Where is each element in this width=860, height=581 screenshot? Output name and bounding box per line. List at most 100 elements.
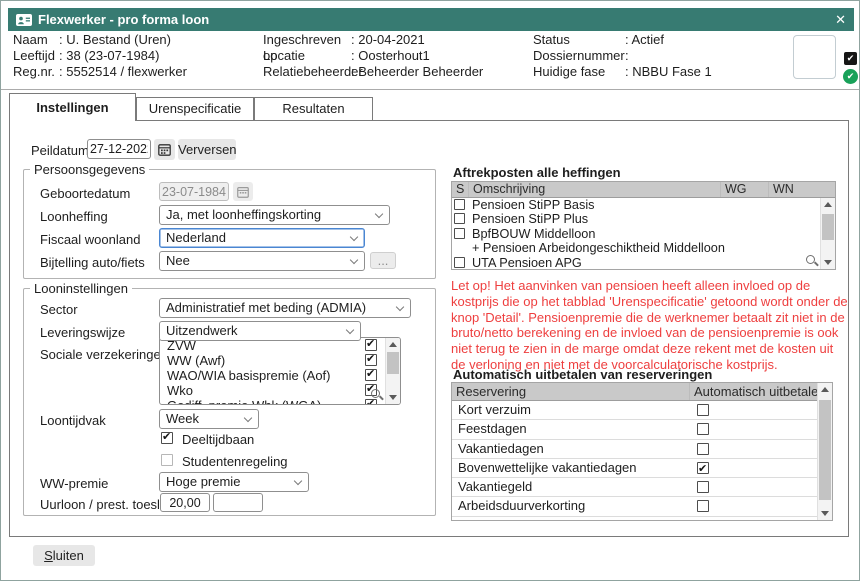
prestatie-toeslag-input[interactable]	[213, 493, 263, 512]
group-legend: Persoonsgegevens	[30, 162, 149, 177]
peildatum-input[interactable]	[87, 139, 151, 159]
reservation-row[interactable]: Kort verzuim	[452, 401, 832, 420]
ww-premie-select[interactable]: Hoge premie	[159, 472, 309, 492]
tab-resultaten[interactable]: Resultaten	[254, 97, 373, 120]
field-value: 5552514 / flexwerker	[59, 64, 187, 80]
reservation-row[interactable]: Vakantiegeld	[452, 478, 832, 497]
ww-premie-label: WW-premie	[40, 476, 108, 491]
scroll-down-icon[interactable]	[389, 395, 397, 400]
deduction-checkbox[interactable]	[454, 257, 465, 268]
deduction-checkbox[interactable]	[454, 213, 465, 224]
header-col-status: StatusActief Dossiernummer Huidige faseN…	[533, 32, 712, 80]
col-header-s: S	[452, 182, 469, 197]
sector-select[interactable]: Administratief met beding (ADMIA)	[159, 298, 411, 318]
fiscaal-woonland-select[interactable]: Nederland	[159, 228, 365, 248]
scroll-thumb[interactable]	[387, 352, 399, 374]
calendar-button[interactable]	[154, 139, 175, 160]
social-insurance-checkbox[interactable]	[365, 339, 377, 351]
field-label: Naam	[13, 32, 59, 48]
loontijdvak-label: Loontijdvak	[40, 413, 106, 428]
deduction-label: Pensioen StiPP Basis	[472, 198, 594, 212]
tab-urenspecificatie[interactable]: Urenspecificatie	[136, 97, 254, 120]
deduction-row[interactable]: UTA Pensioen APG	[452, 256, 835, 270]
sociale-verzekeringen-list[interactable]: ZVW WW (Awf) WAO/WIA basispremie (Aof) W…	[159, 337, 401, 405]
scroll-up-icon[interactable]	[389, 342, 397, 347]
auto-payout-checkbox[interactable]	[697, 520, 709, 521]
list-scrollbar[interactable]	[385, 338, 400, 404]
reservation-label: Feestdagen	[458, 421, 527, 436]
scroll-thumb[interactable]	[822, 214, 834, 240]
field-value: Beheerder Beheerder	[351, 64, 483, 80]
studentenregeling-checkbox[interactable]	[161, 454, 173, 466]
table-scrollbar[interactable]	[820, 198, 835, 269]
auto-payout-checkbox[interactable]	[697, 500, 709, 512]
deduction-row[interactable]: Pensioen StiPP Plus	[452, 212, 835, 226]
reservation-row[interactable]: Feestdagen	[452, 420, 832, 439]
social-insurance-item[interactable]: Wko	[160, 383, 400, 398]
photo-placeholder	[793, 35, 836, 79]
reservation-row[interactable]: Vakantiedagen	[452, 440, 832, 459]
chevron-down-icon	[350, 256, 358, 264]
scroll-down-icon[interactable]	[821, 511, 829, 516]
deduction-checkbox[interactable]	[454, 199, 465, 210]
social-insurance-checkbox[interactable]	[365, 399, 377, 405]
chevron-down-icon	[346, 326, 354, 334]
bijtelling-more-button[interactable]: ...	[370, 252, 396, 269]
table-header: Reservering Automatisch uitbetalen	[452, 383, 832, 401]
field-value	[625, 48, 632, 64]
scroll-up-icon[interactable]	[821, 387, 829, 392]
deeltijdbaan-checkbox[interactable]	[161, 432, 173, 444]
deduction-label: BpfBOUW Middelloon	[472, 227, 595, 241]
loonheffing-select[interactable]: Ja, met loonheffingskorting	[159, 205, 390, 225]
reservation-row[interactable]: Arbeidsduurverkorting	[452, 497, 832, 516]
zoom-magnifier-icon[interactable]	[371, 389, 380, 398]
social-insurance-item[interactable]: Gediff. premie Whk (WGA)	[160, 398, 400, 405]
reservation-row[interactable]	[452, 517, 832, 521]
scroll-down-icon[interactable]	[824, 260, 832, 265]
uurloon-label: Uurloon / prest. toeslag	[40, 497, 174, 512]
header-col-registration: Ingeschreven op20-04-2021 LocatieOosterh…	[263, 32, 483, 80]
table-scrollbar[interactable]	[817, 383, 832, 520]
auto-payout-checkbox[interactable]	[697, 481, 709, 493]
table-header: S Omschrijving WG WN	[452, 182, 835, 198]
social-insurance-item[interactable]: WAO/WIA basispremie (Aof)	[160, 368, 400, 383]
scroll-thumb[interactable]	[819, 400, 831, 500]
calendar-button-disabled	[233, 182, 253, 201]
tab-instellingen[interactable]: Instellingen	[9, 93, 136, 121]
social-insurance-item[interactable]: WW (Awf)	[160, 353, 400, 368]
loonheffing-value: Ja, met loonheffingskorting	[166, 207, 321, 222]
auto-payout-checkbox[interactable]	[697, 443, 709, 455]
close-icon[interactable]: ✕	[835, 13, 846, 26]
zoom-magnifier-icon[interactable]	[806, 255, 815, 264]
sluiten-button[interactable]: Sluiten	[33, 545, 95, 566]
sluiten-label: Sluiten	[33, 545, 95, 566]
chevron-down-icon	[350, 233, 358, 241]
verversen-button[interactable]: Verversen	[178, 139, 236, 160]
loontijdvak-select[interactable]: Week	[159, 409, 259, 429]
reservation-label: Bovenwettelijke vakantiedagen	[458, 460, 637, 475]
social-insurance-checkbox[interactable]	[365, 354, 377, 366]
deduction-row[interactable]: + Pensioen Arbeidongeschiktheid Middello…	[452, 241, 835, 255]
loontijdvak-value: Week	[166, 411, 199, 426]
sector-label: Sector	[40, 302, 78, 317]
reservation-row[interactable]: Bovenwettelijke vakantiedagen	[452, 459, 832, 478]
deduction-row[interactable]: Pensioen StiPP Basis	[452, 198, 835, 212]
bijtelling-select[interactable]: Nee	[159, 251, 365, 271]
field-label: Status	[533, 32, 625, 48]
col-header-automatisch-uitbetalen: Automatisch uitbetalen	[690, 383, 832, 400]
leveringswijze-select[interactable]: Uitzendwerk	[159, 321, 361, 341]
header-col-identity: NaamU. Bestand (Uren) Leeftijd38 (23-07-…	[13, 32, 187, 80]
deduction-checkbox[interactable]	[454, 228, 465, 239]
fiscaal-woonland-value: Nederland	[166, 230, 226, 245]
leveringswijze-value: Uitzendwerk	[166, 323, 238, 338]
deduction-row[interactable]: BpfBOUW Middelloon	[452, 227, 835, 241]
scroll-up-icon[interactable]	[824, 202, 832, 207]
field-label: Ingeschreven op	[263, 32, 351, 48]
social-insurance-checkbox[interactable]	[365, 369, 377, 381]
auto-payout-checkbox[interactable]	[697, 423, 709, 435]
sociale-verzekeringen-label: Sociale verzekeringen	[40, 347, 168, 362]
auto-payout-checkbox[interactable]	[697, 404, 709, 416]
auto-payout-checkbox[interactable]	[697, 462, 709, 474]
header-checkbox-icon[interactable]: ✔	[844, 52, 857, 65]
uurloon-input[interactable]	[160, 493, 210, 512]
